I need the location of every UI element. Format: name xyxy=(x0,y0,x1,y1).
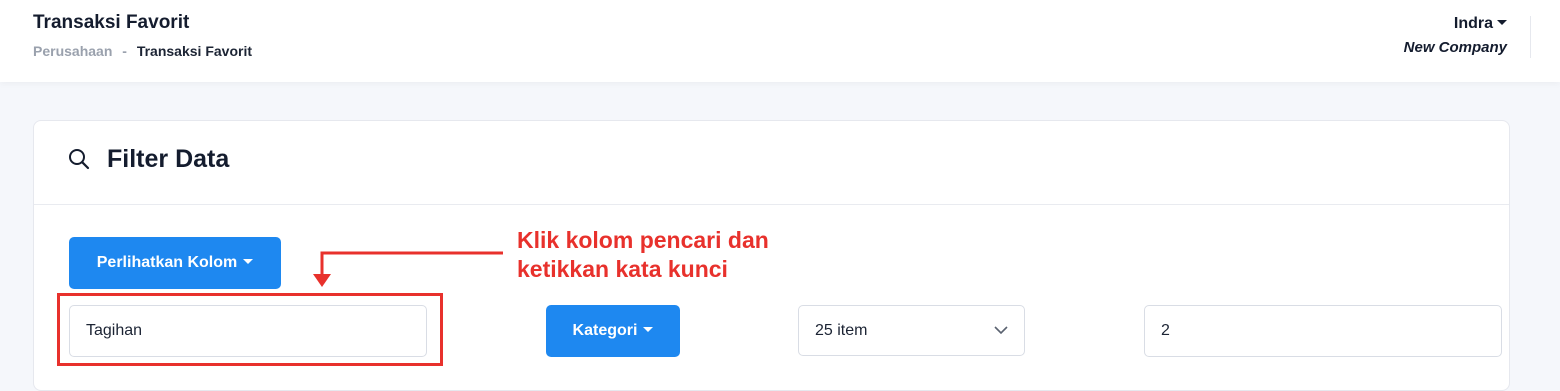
top-header: Transaksi Favorit Perusahaan - Transaksi… xyxy=(0,0,1560,82)
caret-down-icon xyxy=(643,326,654,332)
page-title: Transaksi Favorit xyxy=(33,12,190,33)
annotation-text: Klik kolom pencari dan ketikkan kata kun… xyxy=(517,226,769,284)
user-name: Indra xyxy=(1453,15,1493,32)
filter-title: Filter Data xyxy=(107,145,230,173)
breadcrumb: Perusahaan - Transaksi Favorit xyxy=(33,43,252,59)
caret-down-icon xyxy=(243,258,254,264)
annotation-line-2: ketikkan kata kunci xyxy=(517,256,728,282)
category-button[interactable]: Kategori xyxy=(546,305,680,357)
header-divider xyxy=(1530,16,1531,58)
user-dropdown-toggle[interactable]: Indra xyxy=(1454,15,1507,33)
page-number-input[interactable] xyxy=(1144,305,1502,357)
show-columns-label: Perlihatkan Kolom xyxy=(96,254,238,271)
breadcrumb-current: Transaksi Favorit xyxy=(136,43,252,59)
user-menu: Indra New Company xyxy=(1404,15,1507,56)
breadcrumb-separator: - xyxy=(122,43,127,59)
caret-down-icon xyxy=(1497,19,1507,25)
annotation-line-1: Klik kolom pencari dan xyxy=(517,227,769,253)
company-name: New Company xyxy=(1403,39,1507,56)
search-icon xyxy=(69,149,90,170)
filter-card-header: Filter Data xyxy=(34,121,1509,205)
highlight-box xyxy=(57,293,443,366)
items-per-page-select[interactable]: 25 item xyxy=(798,305,1025,356)
annotation-arrow xyxy=(313,251,503,287)
breadcrumb-parent-link[interactable]: Perusahaan xyxy=(33,43,112,59)
chevron-down-icon xyxy=(994,326,1008,335)
category-label: Kategori xyxy=(572,322,638,339)
items-per-page-value: 25 item xyxy=(815,321,868,339)
show-columns-button[interactable]: Perlihatkan Kolom xyxy=(69,237,281,289)
